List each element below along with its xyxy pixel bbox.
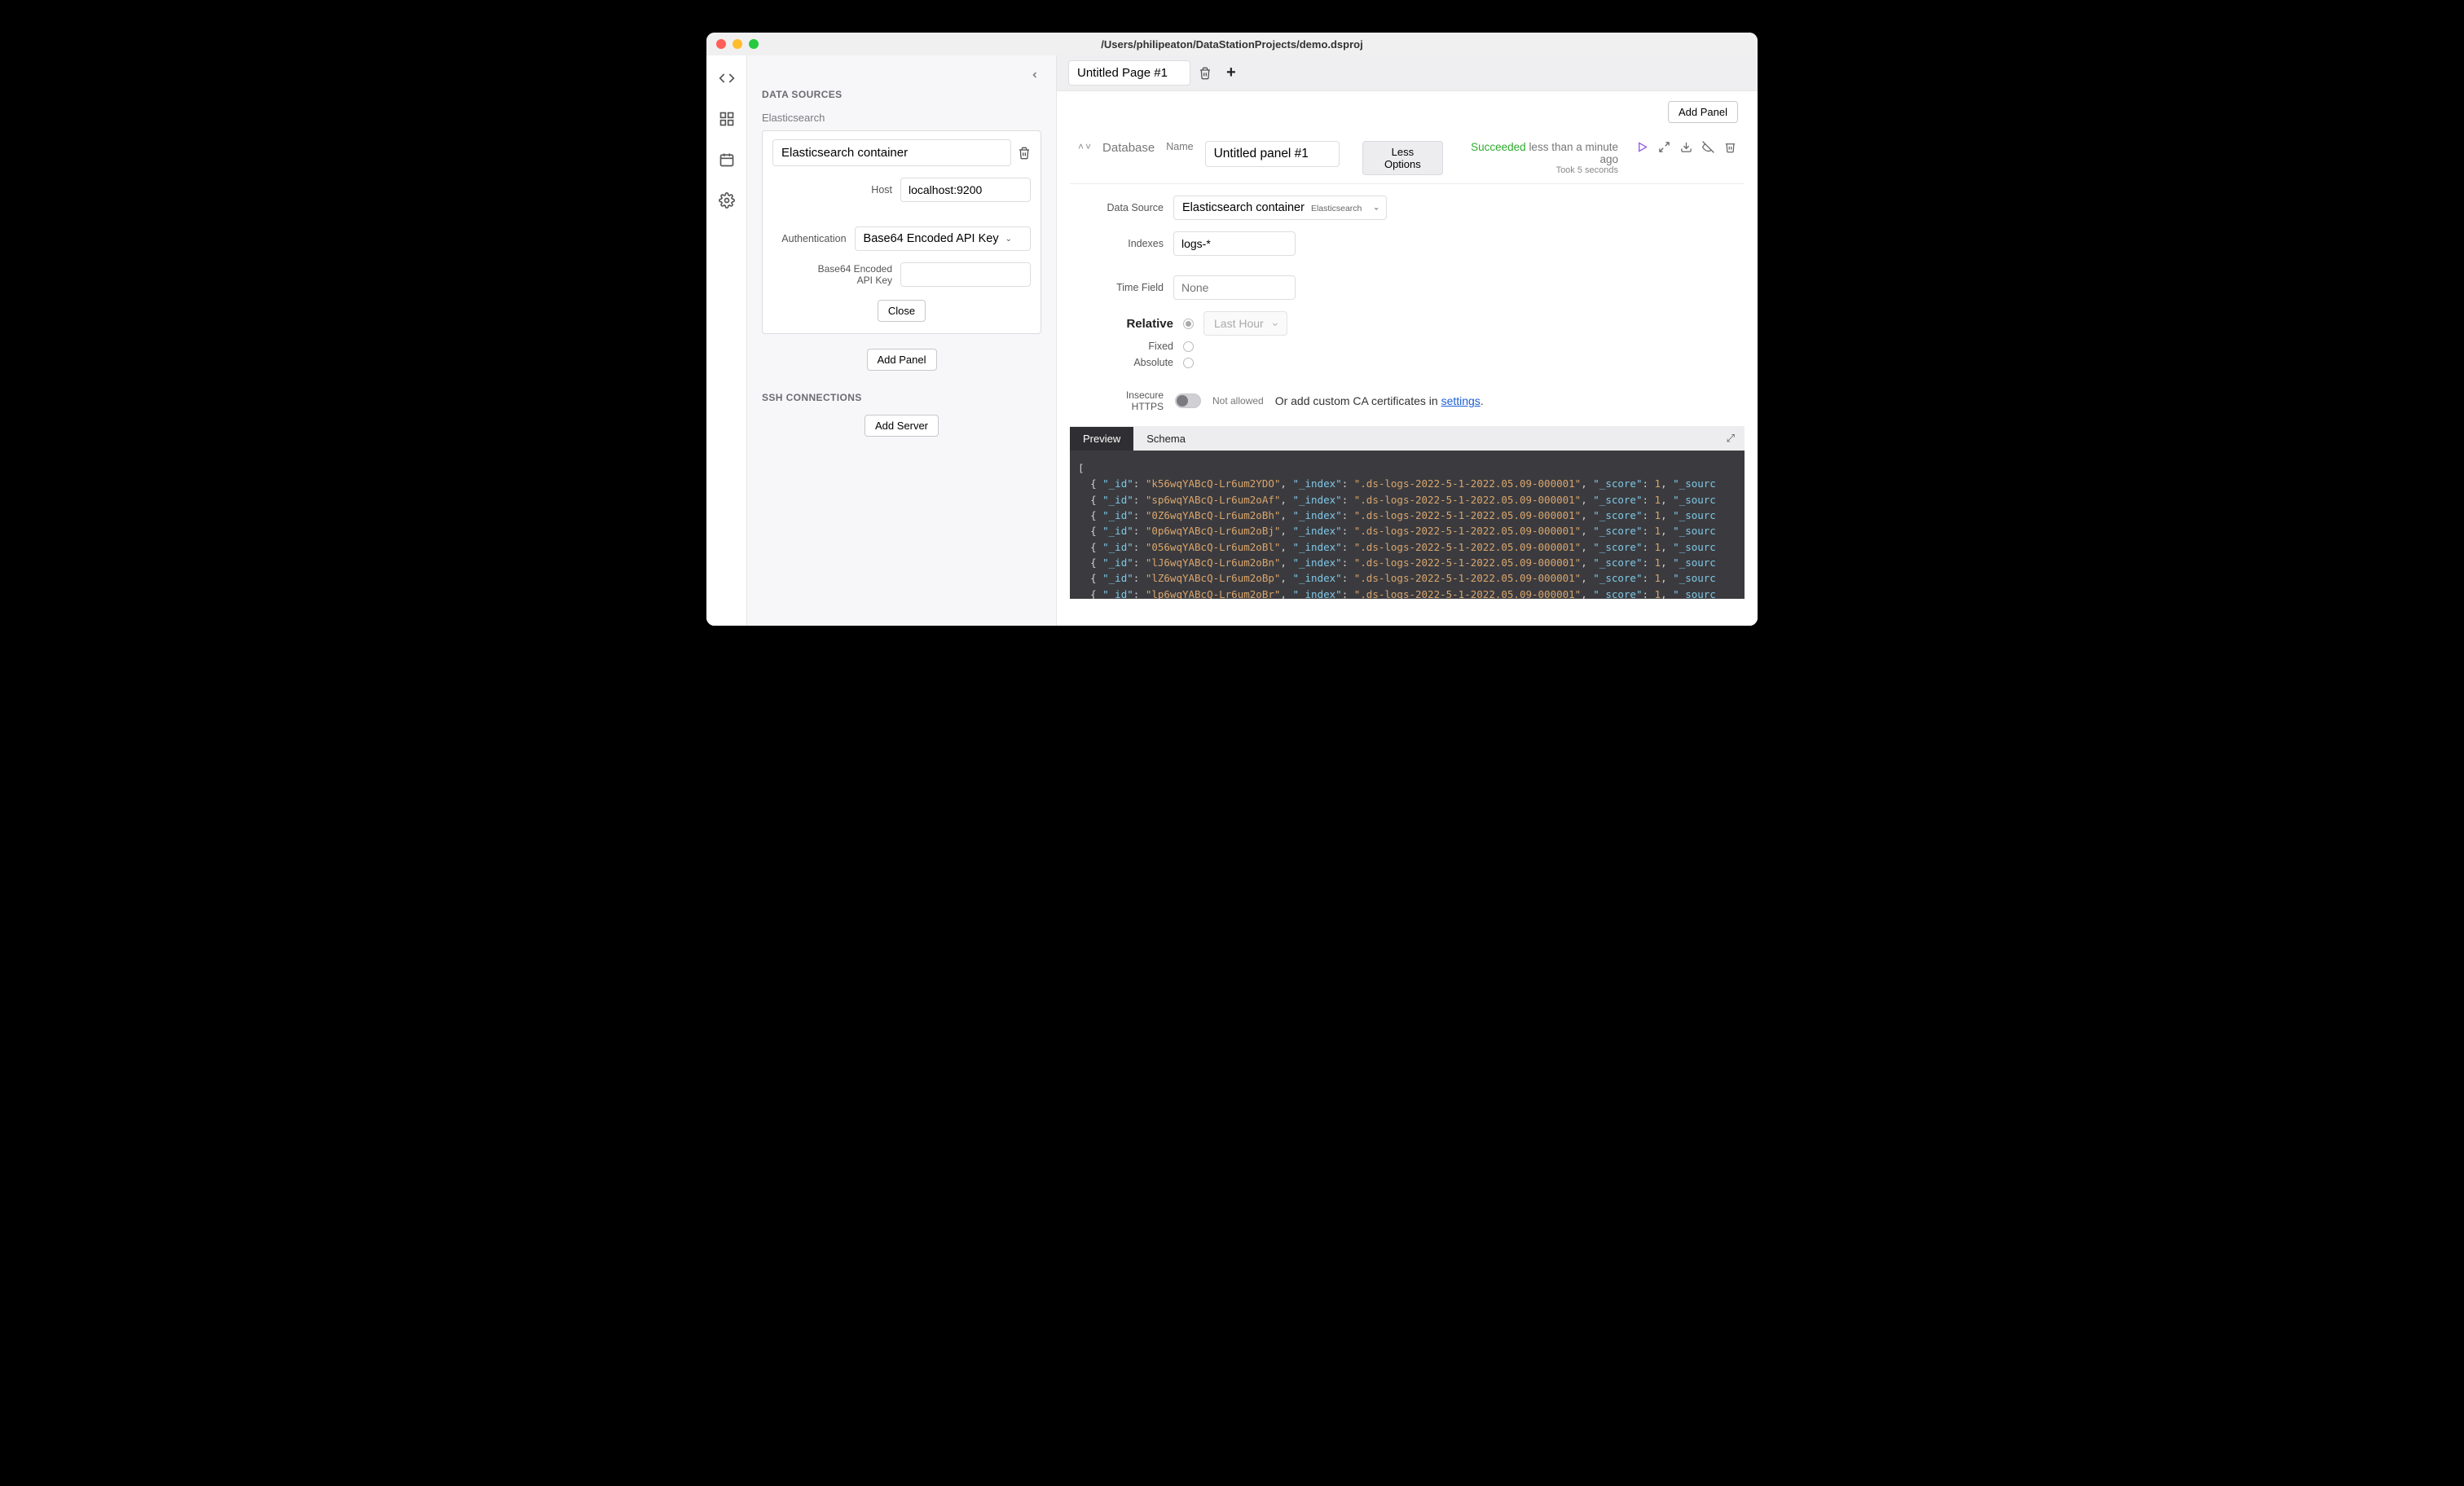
dashboard-icon[interactable] — [719, 111, 735, 127]
trash-icon[interactable] — [1724, 141, 1736, 153]
panel-data-source-type: Elasticsearch — [1311, 204, 1362, 213]
panel-name-input[interactable] — [1205, 141, 1340, 167]
panel-data-source-value: Elasticsearch container — [1182, 201, 1305, 214]
auth-select[interactable]: Base64 Encoded API Key ⌄ — [855, 226, 1031, 251]
relative-range-select[interactable]: Last Hour — [1203, 311, 1287, 336]
tab-schema[interactable]: Schema — [1133, 427, 1199, 451]
panel-name-label: Name — [1166, 141, 1193, 152]
chevron-down-icon: ˅ — [1085, 141, 1091, 152]
time-field-label: Time Field — [1094, 282, 1164, 293]
main-add-panel-button[interactable]: Add Panel — [1668, 101, 1738, 123]
fixed-radio[interactable] — [1183, 341, 1194, 352]
absolute-label: Absolute — [1104, 357, 1173, 368]
download-icon[interactable] — [1680, 141, 1692, 153]
calendar-icon[interactable] — [719, 152, 735, 168]
close-button[interactable]: Close — [878, 300, 926, 322]
fixed-label: Fixed — [1104, 341, 1173, 352]
ssh-heading: SSH CONNECTIONS — [762, 392, 1041, 403]
data-source-label: Data Source — [1094, 202, 1164, 213]
apikey-label: Base64 EncodedAPI Key — [818, 263, 892, 287]
panel-block: ˄ ˅ Database Name Less Options Succeeded… — [1070, 134, 1745, 599]
chevron-down-icon: ⌄ — [1373, 204, 1379, 213]
relative-radio[interactable] — [1183, 319, 1194, 329]
add-panel-button[interactable]: Add Panel — [867, 349, 937, 371]
tab-preview[interactable]: Preview — [1070, 427, 1133, 451]
data-source-card: Host Authentication Base64 Encoded API K… — [762, 130, 1041, 334]
expand-icon[interactable] — [1658, 141, 1670, 153]
add-server-button[interactable]: Add Server — [865, 415, 939, 437]
chevron-down-icon: ⌄ — [1005, 235, 1012, 244]
collapse-icon[interactable]: ⤢ — [1727, 432, 1735, 445]
titlebar: /Users/philipeaton/DataStationProjects/d… — [706, 33, 1758, 55]
auth-label: Authentication — [781, 233, 846, 244]
absolute-radio[interactable] — [1183, 358, 1194, 368]
results-preview[interactable]: [ { "_id": "k56wqYABcQ-Lr6um2YDO", "_ind… — [1070, 451, 1745, 599]
results-tabs: Preview Schema ⤢ — [1070, 427, 1745, 451]
less-options-button[interactable]: Less Options — [1362, 141, 1444, 175]
panel-config: Data Source Elasticsearch container ⌄ El… — [1070, 184, 1745, 427]
time-field-input[interactable] — [1173, 275, 1296, 300]
chevron-up-icon: ˄ — [1078, 141, 1084, 152]
host-label: Host — [871, 184, 892, 196]
data-sources-heading: DATA SOURCES — [762, 89, 1041, 100]
settings-link[interactable]: settings — [1441, 394, 1481, 407]
results-area: Preview Schema ⤢ [ { "_id": "k56wqYABcQ-… — [1070, 427, 1745, 599]
panel-status: Succeeded less than a minute ago Took 5 … — [1454, 141, 1618, 175]
app-window: /Users/philipeaton/DataStationProjects/d… — [706, 33, 1758, 626]
indexes-label: Indexes — [1094, 238, 1164, 249]
insecure-https-state: Not allowed — [1212, 395, 1264, 407]
window-title: /Users/philipeaton/DataStationProjects/d… — [706, 38, 1758, 51]
collapse-panel-button[interactable] — [1028, 68, 1041, 84]
trash-icon[interactable] — [1018, 147, 1031, 160]
data-sources-panel: DATA SOURCES Elasticsearch Host Authenti… — [747, 55, 1057, 626]
trash-icon[interactable] — [1199, 67, 1212, 80]
status-success-label: Succeeded — [1471, 141, 1526, 153]
status-time-label: less than a minute ago — [1529, 141, 1618, 165]
auth-select-value: Base64 Encoded API Key — [864, 232, 999, 245]
apikey-input[interactable] — [900, 262, 1031, 287]
eye-off-icon[interactable] — [1702, 141, 1714, 153]
page-tab-name-input[interactable] — [1068, 60, 1190, 86]
gear-icon[interactable] — [719, 192, 735, 209]
nav-rail — [706, 55, 747, 626]
insecure-https-label: InsecureHTTPS — [1094, 389, 1164, 413]
play-icon[interactable] — [1636, 141, 1648, 153]
host-input[interactable] — [900, 178, 1031, 202]
code-icon[interactable] — [719, 70, 735, 86]
panel-data-source-select[interactable]: Elasticsearch container ⌄ Elasticsearch — [1173, 196, 1387, 220]
panel-reorder[interactable]: ˄ ˅ — [1078, 141, 1091, 152]
page-tab-bar: + — [1057, 55, 1758, 91]
panel-type-label: Database — [1102, 141, 1155, 155]
insecure-https-desc: Or add custom CA certificates in setting… — [1275, 394, 1484, 407]
status-duration-label: Took 5 seconds — [1454, 165, 1618, 175]
insecure-https-toggle[interactable] — [1175, 393, 1201, 408]
indexes-input[interactable] — [1173, 231, 1296, 256]
panel-header: ˄ ˅ Database Name Less Options Succeeded… — [1070, 134, 1745, 184]
relative-label: Relative — [1104, 317, 1173, 331]
data-source-name-input[interactable] — [772, 139, 1011, 166]
data-source-type-label: Elasticsearch — [762, 112, 1041, 124]
add-page-button[interactable]: + — [1220, 64, 1243, 82]
main-area: + Add Panel ˄ ˅ Database Name Less Optio… — [1057, 55, 1758, 626]
